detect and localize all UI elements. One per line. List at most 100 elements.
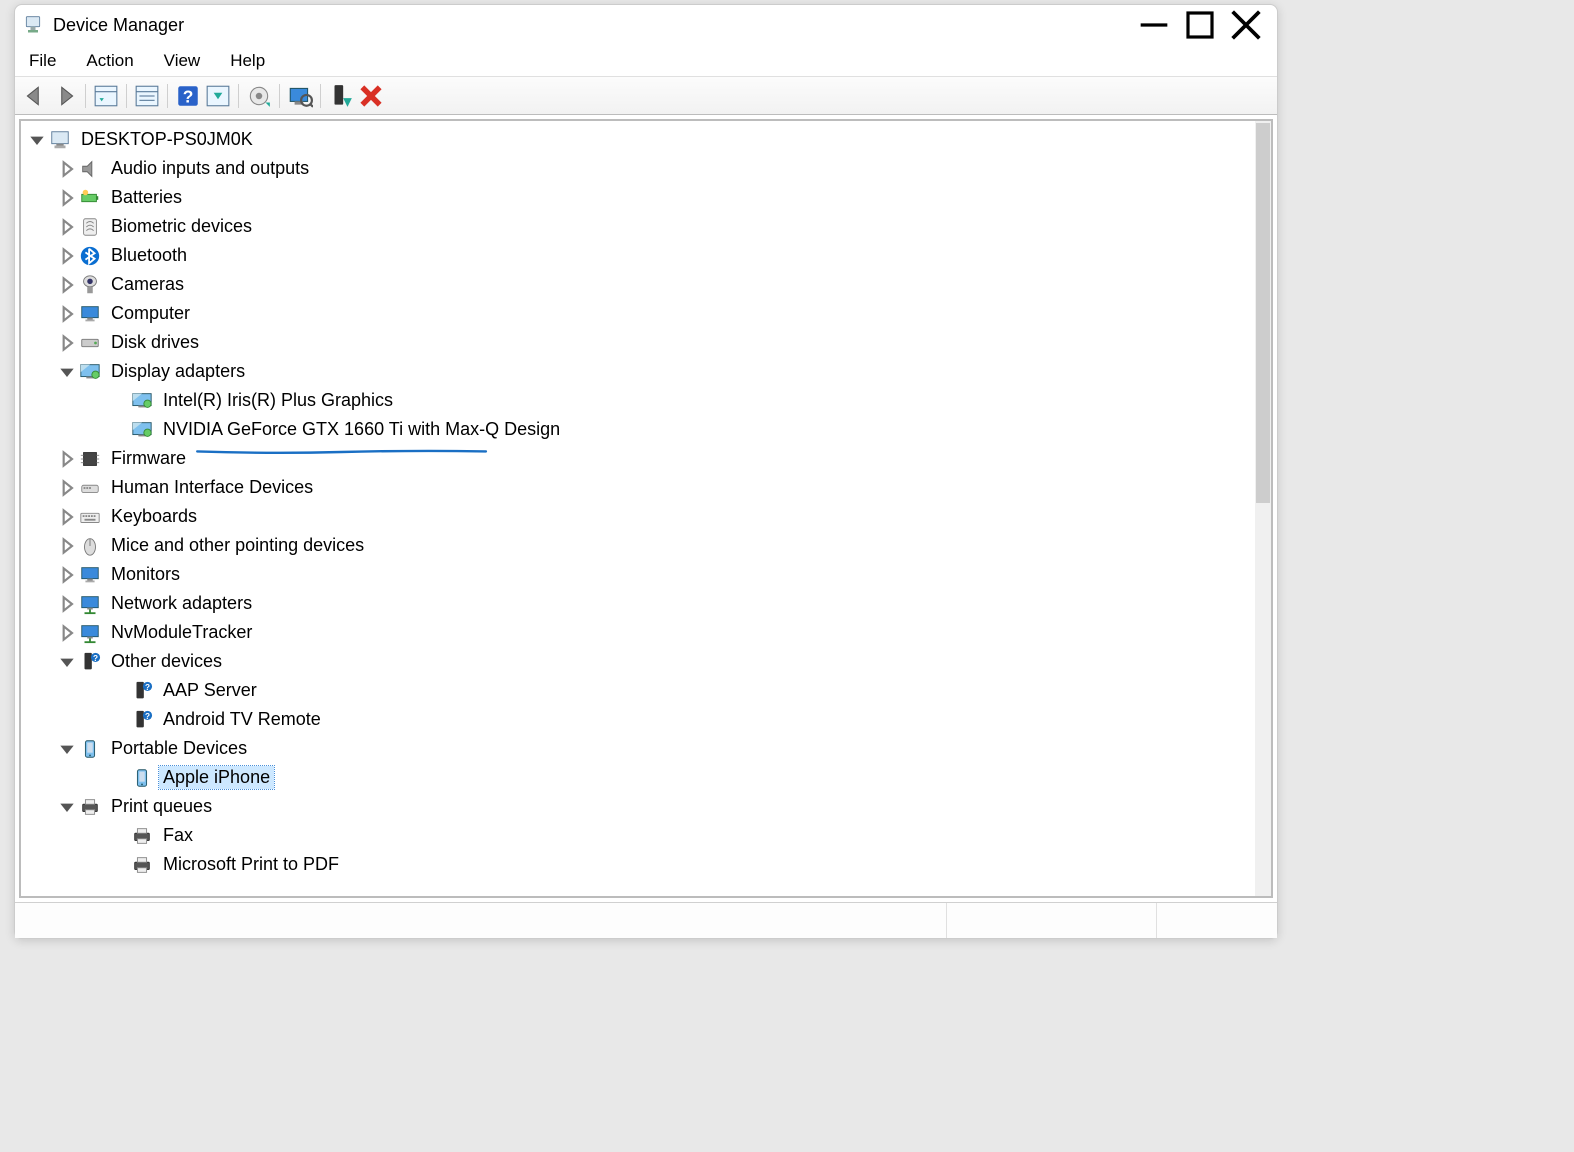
tree-category[interactable]: Network adapters	[23, 589, 1253, 618]
tree-category-label: Bluetooth	[107, 244, 191, 267]
expander-icon[interactable]	[57, 652, 77, 672]
tree-device-label: Apple iPhone	[159, 766, 274, 789]
tree-category[interactable]: Display adapters	[23, 357, 1253, 386]
show-hide-tree-button[interactable]	[92, 82, 120, 110]
hid-icon	[79, 477, 101, 499]
window-controls	[1131, 9, 1269, 41]
tree-category-label: Biometric devices	[107, 215, 256, 238]
tree-device-label: AAP Server	[159, 679, 261, 702]
speaker-icon	[79, 158, 101, 180]
tree-category-label: Monitors	[107, 563, 184, 586]
expander-icon[interactable]	[57, 304, 77, 324]
expander-icon[interactable]	[57, 536, 77, 556]
close-button[interactable]	[1223, 9, 1269, 41]
tree-device-label: Microsoft Print to PDF	[159, 853, 343, 876]
device-tree[interactable]: DESKTOP-PS0JM0K Audio inputs and outputs B…	[21, 121, 1255, 896]
expander-icon[interactable]	[57, 246, 77, 266]
app-icon	[23, 15, 43, 35]
expander-icon[interactable]	[57, 362, 77, 382]
tree-category-label: Display adapters	[107, 360, 249, 383]
scan-hardware-button[interactable]	[286, 82, 314, 110]
menu-file[interactable]: File	[23, 47, 62, 75]
unknown-icon: ?	[131, 680, 153, 702]
update-driver-button[interactable]	[245, 82, 273, 110]
tree-category[interactable]: Mice and other pointing devices	[23, 531, 1253, 560]
portable-icon	[131, 767, 153, 789]
tree-device[interactable]: ?Android TV Remote	[23, 705, 1253, 734]
display-icon	[79, 361, 101, 383]
maximize-button[interactable]	[1177, 9, 1223, 41]
enable-device-button[interactable]	[327, 82, 355, 110]
tree-category-label: Cameras	[107, 273, 188, 296]
toolbar-separator	[238, 84, 239, 108]
tree-category[interactable]: Disk drives	[23, 328, 1253, 357]
tree-device[interactable]: Apple iPhone	[23, 763, 1253, 792]
minimize-button[interactable]	[1131, 9, 1177, 41]
window-title: Device Manager	[53, 15, 184, 36]
expander-icon[interactable]	[57, 333, 77, 353]
back-button[interactable]	[21, 82, 49, 110]
tree-category[interactable]: NvModuleTracker	[23, 618, 1253, 647]
expander-icon[interactable]	[57, 188, 77, 208]
tree-category[interactable]: Biometric devices	[23, 212, 1253, 241]
tree-category-label: Mice and other pointing devices	[107, 534, 368, 557]
portable-icon	[79, 738, 101, 760]
titlebar: Device Manager	[15, 5, 1277, 45]
monitor-icon	[79, 303, 101, 325]
expander-icon[interactable]	[57, 739, 77, 759]
scrollbar-thumb[interactable]	[1256, 123, 1270, 503]
tree-category[interactable]: Keyboards	[23, 502, 1253, 531]
tree-category[interactable]: Cameras	[23, 270, 1253, 299]
help-button[interactable]: ?	[174, 82, 202, 110]
expander-icon[interactable]	[27, 130, 47, 150]
keyboard-icon	[79, 506, 101, 528]
action-menu-button[interactable]	[204, 82, 232, 110]
expander-icon[interactable]	[57, 275, 77, 295]
uninstall-device-button[interactable]	[357, 82, 385, 110]
vertical-scrollbar[interactable]	[1255, 121, 1271, 896]
menu-help[interactable]: Help	[224, 47, 271, 75]
chip-icon	[79, 448, 101, 470]
expander-icon[interactable]	[57, 449, 77, 469]
tree-category-label: NvModuleTracker	[107, 621, 256, 644]
camera-icon	[79, 274, 101, 296]
menu-view[interactable]: View	[158, 47, 207, 75]
svg-text:?: ?	[183, 86, 194, 106]
expander-icon[interactable]	[57, 217, 77, 237]
tree-category[interactable]: Human Interface Devices	[23, 473, 1253, 502]
printer-icon	[131, 825, 153, 847]
properties-button[interactable]	[133, 82, 161, 110]
tree-device[interactable]: ? AAP Server	[23, 676, 1253, 705]
tree-device[interactable]: Intel(R) Iris(R) Plus Graphics	[23, 386, 1253, 415]
menubar: File Action View Help	[15, 45, 1277, 77]
expander-icon[interactable]	[57, 594, 77, 614]
tree-category[interactable]: Batteries	[23, 183, 1253, 212]
tree-category[interactable]: ?Other devices	[23, 647, 1253, 676]
tree-category[interactable]: Bluetooth	[23, 241, 1253, 270]
tree-category[interactable]: Print queues	[23, 792, 1253, 821]
expander-icon[interactable]	[57, 565, 77, 585]
tree-device[interactable]: Fax	[23, 821, 1253, 850]
expander-icon[interactable]	[57, 159, 77, 179]
expander-icon[interactable]	[57, 507, 77, 527]
expander-icon[interactable]	[57, 797, 77, 817]
device-manager-window: Device Manager File Action View Help	[14, 4, 1278, 939]
tree-category[interactable]: Computer	[23, 299, 1253, 328]
tree-category[interactable]: Portable Devices	[23, 734, 1253, 763]
forward-button[interactable]	[51, 82, 79, 110]
tree-device[interactable]: Microsoft Print to PDF	[23, 850, 1253, 879]
expander-icon[interactable]	[57, 623, 77, 643]
printer-icon	[131, 854, 153, 876]
statusbar-cell	[1157, 903, 1277, 938]
tree-category-label: Audio inputs and outputs	[107, 157, 313, 180]
battery-icon	[79, 187, 101, 209]
expander-icon[interactable]	[57, 478, 77, 498]
tree-root[interactable]: DESKTOP-PS0JM0K	[23, 125, 1253, 154]
hand-underline-annotation	[99, 439, 584, 445]
display-icon	[131, 419, 153, 441]
toolbar-separator	[279, 84, 280, 108]
tree-category[interactable]: Monitors	[23, 560, 1253, 589]
tree-category[interactable]: Audio inputs and outputs	[23, 154, 1253, 183]
statusbar	[15, 902, 1277, 938]
menu-action[interactable]: Action	[80, 47, 139, 75]
